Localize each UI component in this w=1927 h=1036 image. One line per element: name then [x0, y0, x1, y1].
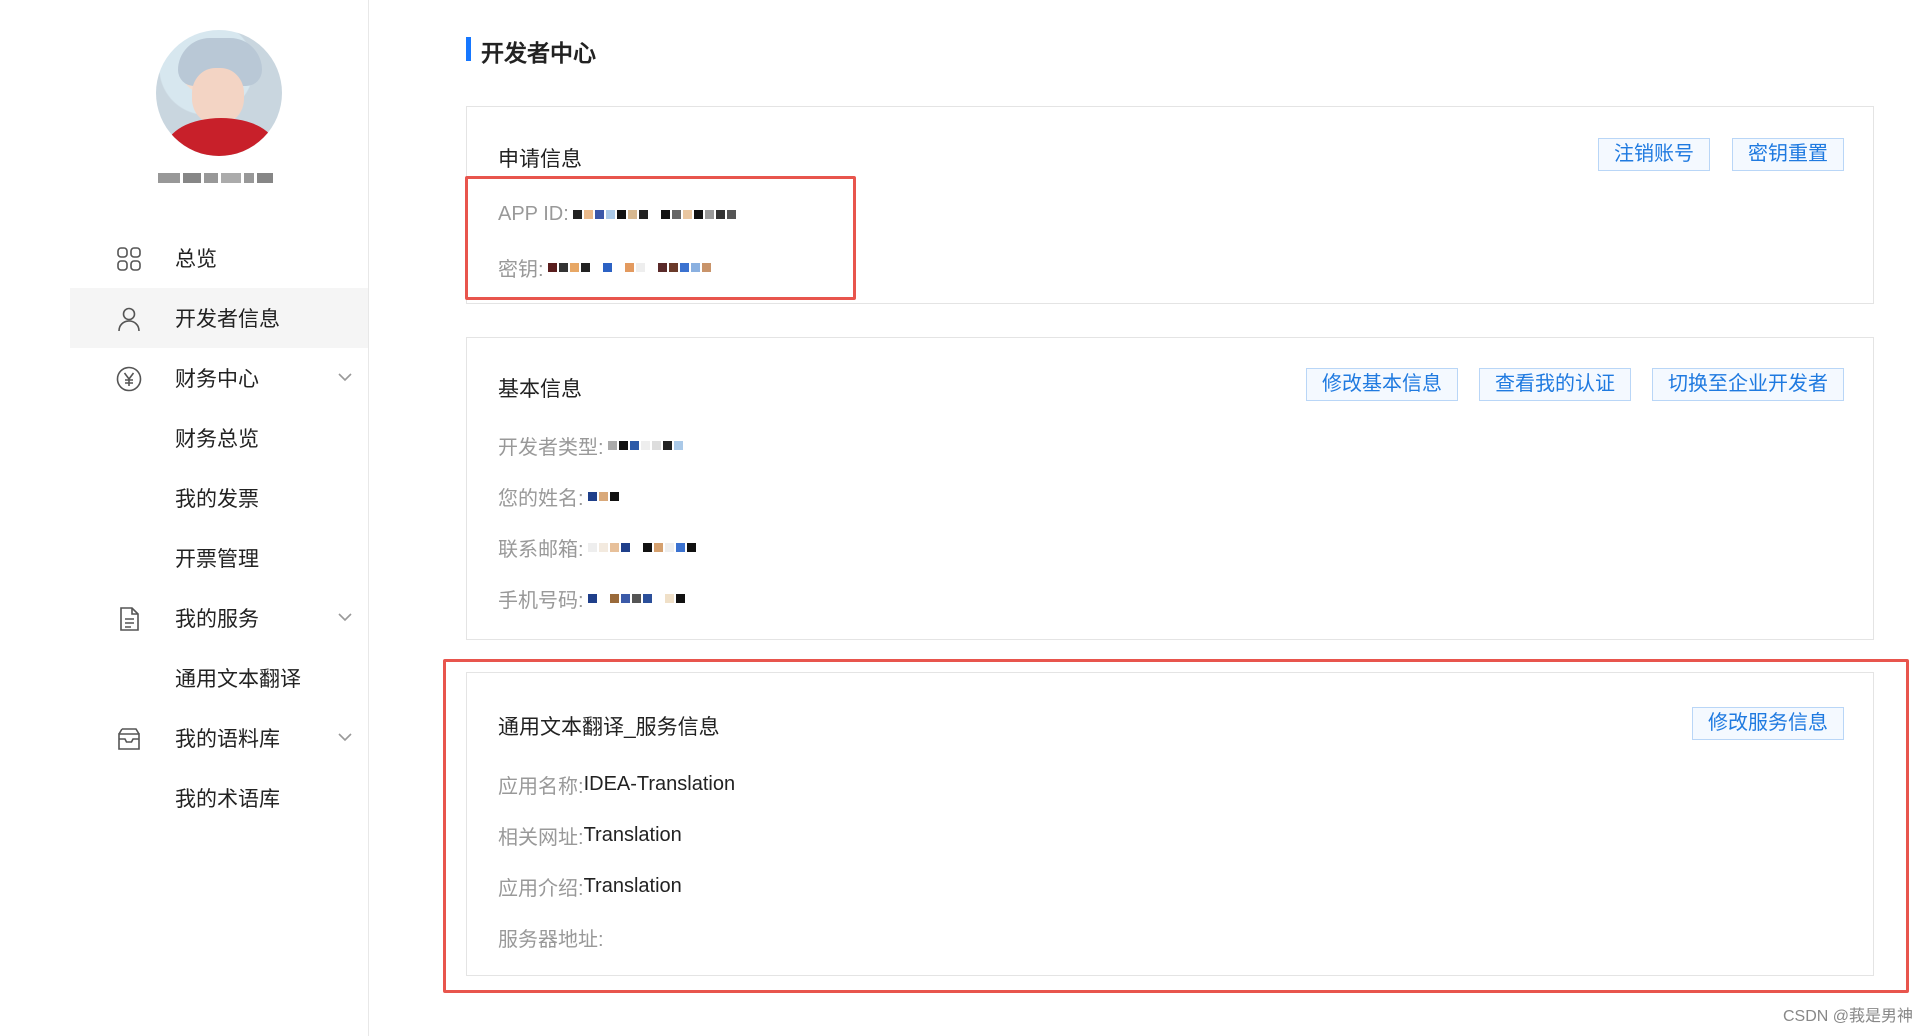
sidebar-item-my-services[interactable]: 我的服务 [70, 588, 368, 648]
sidebar-item-text-translation[interactable]: 通用文本翻译 [70, 648, 368, 708]
email-row: 联系邮箱: [498, 533, 696, 562]
view-certification-button[interactable]: 查看我的认证 [1479, 368, 1631, 401]
highlight-box-service [443, 659, 1909, 993]
page-title: 开发者中心 [481, 40, 596, 66]
grid-icon [116, 246, 142, 272]
developer-center-page: 总览 开发者信息 财务中心 财务总览 我的发票 开票管理 我的服务 通用文本翻译… [0, 0, 1927, 1036]
chevron-down-icon[interactable] [336, 368, 354, 386]
developer-type-redacted [607, 441, 683, 450]
edit-basic-info-button[interactable]: 修改基本信息 [1306, 368, 1458, 401]
phone-redacted [587, 594, 685, 603]
sidebar-item-finance-center[interactable]: 财务中心 [70, 348, 368, 408]
sidebar-item-label: 我的服务 [175, 608, 259, 631]
name-row: 您的姓名: [498, 482, 619, 511]
name-redacted [587, 492, 619, 501]
switch-to-enterprise-button[interactable]: 切换至企业开发者 [1652, 368, 1844, 401]
watermark: CSDN @莪是男神 [1782, 1008, 1913, 1025]
inbox-icon [116, 726, 142, 752]
chevron-down-icon[interactable] [336, 608, 354, 626]
sidebar-item-overview[interactable]: 总览 [70, 228, 368, 288]
sidebar-item-label: 我的术语库 [175, 788, 280, 811]
highlight-box-credentials [465, 176, 856, 300]
phone-row: 手机号码: [498, 584, 685, 613]
phone-label: 手机号码: [498, 590, 584, 612]
sidebar-item-label: 我的发票 [175, 488, 259, 511]
title-accent-bar [466, 37, 471, 61]
reset-secret-button[interactable]: 密钥重置 [1732, 138, 1844, 171]
email-redacted [587, 543, 696, 552]
sidebar-menu: 总览 开发者信息 财务中心 财务总览 我的发票 开票管理 我的服务 通用文本翻译… [70, 228, 368, 828]
section-title: 申请信息 [498, 148, 582, 171]
cancel-account-button[interactable]: 注销账号 [1598, 138, 1710, 171]
username-redacted [158, 170, 282, 186]
sidebar-item-label: 通用文本翻译 [175, 668, 301, 691]
chevron-down-icon[interactable] [336, 728, 354, 746]
yen-icon [116, 366, 142, 392]
user-icon [116, 306, 142, 332]
name-label: 您的姓名: [498, 488, 584, 510]
document-icon [116, 606, 142, 632]
sidebar-item-label: 我的语料库 [175, 728, 280, 751]
sidebar-item-label: 财务总览 [175, 428, 259, 451]
sidebar-item-my-corpus[interactable]: 我的语料库 [70, 708, 368, 768]
sidebar-item-finance-overview[interactable]: 财务总览 [70, 408, 368, 468]
developer-type-label: 开发者类型: [498, 437, 604, 459]
avatar[interactable] [156, 30, 282, 156]
sidebar-item-label: 总览 [175, 248, 217, 271]
sidebar-item-developer-info[interactable]: 开发者信息 [70, 288, 368, 348]
sidebar-item-label: 开票管理 [175, 548, 259, 571]
email-label: 联系邮箱: [498, 539, 584, 561]
sidebar-item-label: 开发者信息 [175, 308, 280, 331]
sidebar-item-my-invoices[interactable]: 我的发票 [70, 468, 368, 528]
sidebar: 总览 开发者信息 财务中心 财务总览 我的发票 开票管理 我的服务 通用文本翻译… [0, 0, 369, 1036]
developer-type-row: 开发者类型: [498, 431, 683, 460]
basic-info-section: 基本信息 修改基本信息 查看我的认证 切换至企业开发者 开发者类型: 您的姓名:… [466, 337, 1874, 640]
sidebar-item-label: 财务中心 [175, 368, 259, 391]
sidebar-item-my-termbase[interactable]: 我的术语库 [70, 768, 368, 828]
section-title: 基本信息 [498, 378, 582, 401]
sidebar-item-invoice-management[interactable]: 开票管理 [70, 528, 368, 588]
